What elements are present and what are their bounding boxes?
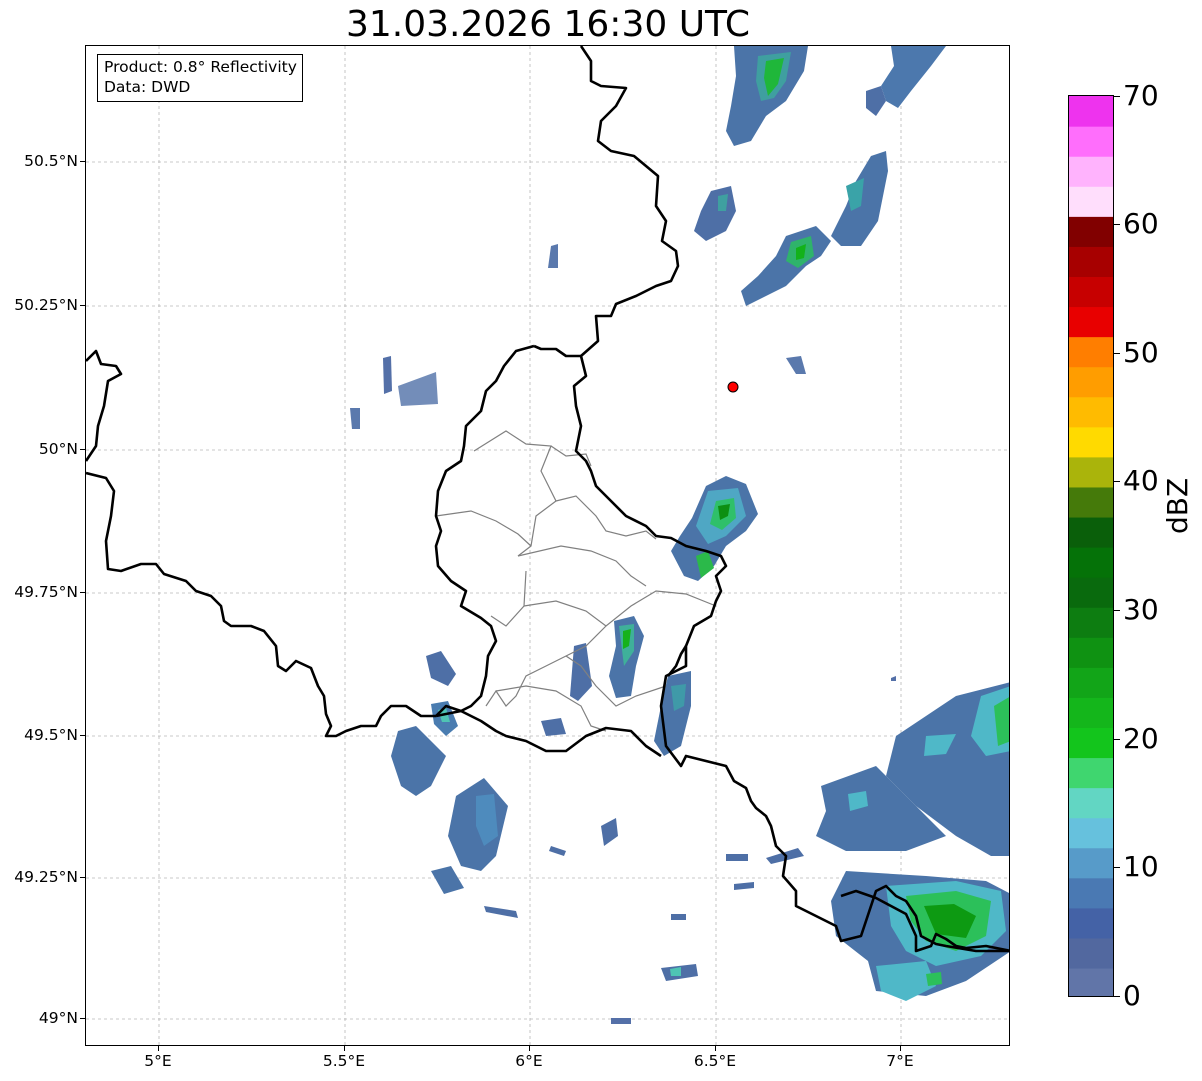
lon-tick-label: 5°E xyxy=(144,1052,172,1070)
colorbar-swatch xyxy=(1069,967,1113,996)
colorbar-swatch xyxy=(1069,667,1113,698)
data-source-label: Data: DWD xyxy=(104,78,191,96)
colorbar-label: 0 xyxy=(1123,979,1141,1012)
lat-tick-mark xyxy=(80,592,85,593)
colorbar-swatch xyxy=(1069,96,1113,127)
lat-tick-label: 50.25°N xyxy=(14,296,78,314)
colorbar-swatch xyxy=(1069,516,1113,548)
colorbar-tick xyxy=(1114,610,1120,611)
lon-tick-mark xyxy=(529,1046,530,1051)
colorbar-swatch xyxy=(1069,456,1113,488)
colorbar-label: 10 xyxy=(1123,850,1159,883)
lat-tick-mark xyxy=(80,735,85,736)
colorbar-swatch xyxy=(1069,607,1113,638)
lat-tick-mark xyxy=(80,877,85,878)
colorbar-swatch xyxy=(1069,817,1113,849)
map-canvas xyxy=(86,46,1009,1045)
lon-tick-label: 6°E xyxy=(515,1052,543,1070)
map-title: 31.03.2026 16:30 UTC xyxy=(345,4,751,45)
colorbar-swatch xyxy=(1069,907,1113,939)
colorbar-swatch xyxy=(1069,577,1113,608)
lon-tick-label: 5.5°E xyxy=(322,1052,366,1070)
colorbar-label: 50 xyxy=(1123,336,1159,369)
colorbar-unit-label: dBZ xyxy=(1161,477,1194,534)
lat-tick-label: 50.5°N xyxy=(24,152,78,170)
colorbar-tick xyxy=(1114,353,1120,354)
colorbar-swatch xyxy=(1069,877,1113,909)
colorbar-swatch xyxy=(1069,486,1113,518)
colorbar-tick xyxy=(1114,481,1120,482)
lat-tick-label: 49.25°N xyxy=(14,868,78,886)
colorbar-label: 30 xyxy=(1123,593,1159,626)
lon-tick-mark xyxy=(158,1046,159,1051)
lon-tick-mark xyxy=(900,1046,901,1051)
colorbar-swatch xyxy=(1069,246,1113,277)
colorbar-tick xyxy=(1114,739,1120,740)
colorbar-label: 60 xyxy=(1123,207,1159,240)
colorbar-swatch xyxy=(1069,727,1113,759)
lon-tick-mark xyxy=(344,1046,345,1051)
colorbar-tick xyxy=(1114,996,1120,997)
colorbar-swatch xyxy=(1069,547,1113,578)
colorbar-label: 70 xyxy=(1123,79,1159,112)
colorbar-swatches xyxy=(1069,96,1113,996)
colorbar-swatch xyxy=(1069,216,1113,247)
colorbar-swatch xyxy=(1069,306,1113,338)
product-label: Product: 0.8° Reflectivity xyxy=(104,58,297,76)
colorbar-swatch xyxy=(1069,366,1113,398)
lat-tick-label: 49.75°N xyxy=(14,583,78,601)
colorbar-swatch xyxy=(1069,697,1113,728)
lat-tick-label: 49.5°N xyxy=(24,726,78,744)
colorbar-label: 20 xyxy=(1123,722,1159,755)
colorbar-tick xyxy=(1114,224,1120,225)
precipitation-echoes xyxy=(350,46,1009,1024)
colorbar-swatch xyxy=(1069,426,1113,458)
lat-tick-mark xyxy=(80,449,85,450)
lon-tick-mark xyxy=(715,1046,716,1051)
radar-site-marker xyxy=(727,381,739,393)
colorbar-swatch xyxy=(1069,757,1113,789)
colorbar-label: 40 xyxy=(1123,464,1159,497)
colorbar-tick xyxy=(1114,96,1120,97)
lat-tick-mark xyxy=(80,161,85,162)
colorbar-swatch xyxy=(1069,787,1113,819)
lon-tick-label: 7°E xyxy=(886,1052,914,1070)
colorbar-swatch xyxy=(1069,847,1113,879)
colorbar-swatch xyxy=(1069,937,1113,969)
colorbar-swatch xyxy=(1069,336,1113,368)
radar-map[interactable] xyxy=(85,45,1010,1046)
info-box: Product: 0.8° Reflectivity Data: DWD xyxy=(97,54,303,102)
colorbar-swatch xyxy=(1069,186,1113,217)
lat-tick-mark xyxy=(80,305,85,306)
colorbar-swatch xyxy=(1069,276,1113,308)
lat-tick-mark xyxy=(80,1018,85,1019)
lon-tick-label: 6.5°E xyxy=(693,1052,737,1070)
lat-tick-label: 49°N xyxy=(38,1009,78,1027)
lat-tick-label: 50°N xyxy=(38,440,78,458)
colorbar-tick xyxy=(1114,867,1120,868)
colorbar xyxy=(1068,95,1114,997)
colorbar-swatch xyxy=(1069,637,1113,668)
colorbar-swatch xyxy=(1069,396,1113,428)
colorbar-swatch xyxy=(1069,126,1113,157)
colorbar-swatch xyxy=(1069,156,1113,187)
